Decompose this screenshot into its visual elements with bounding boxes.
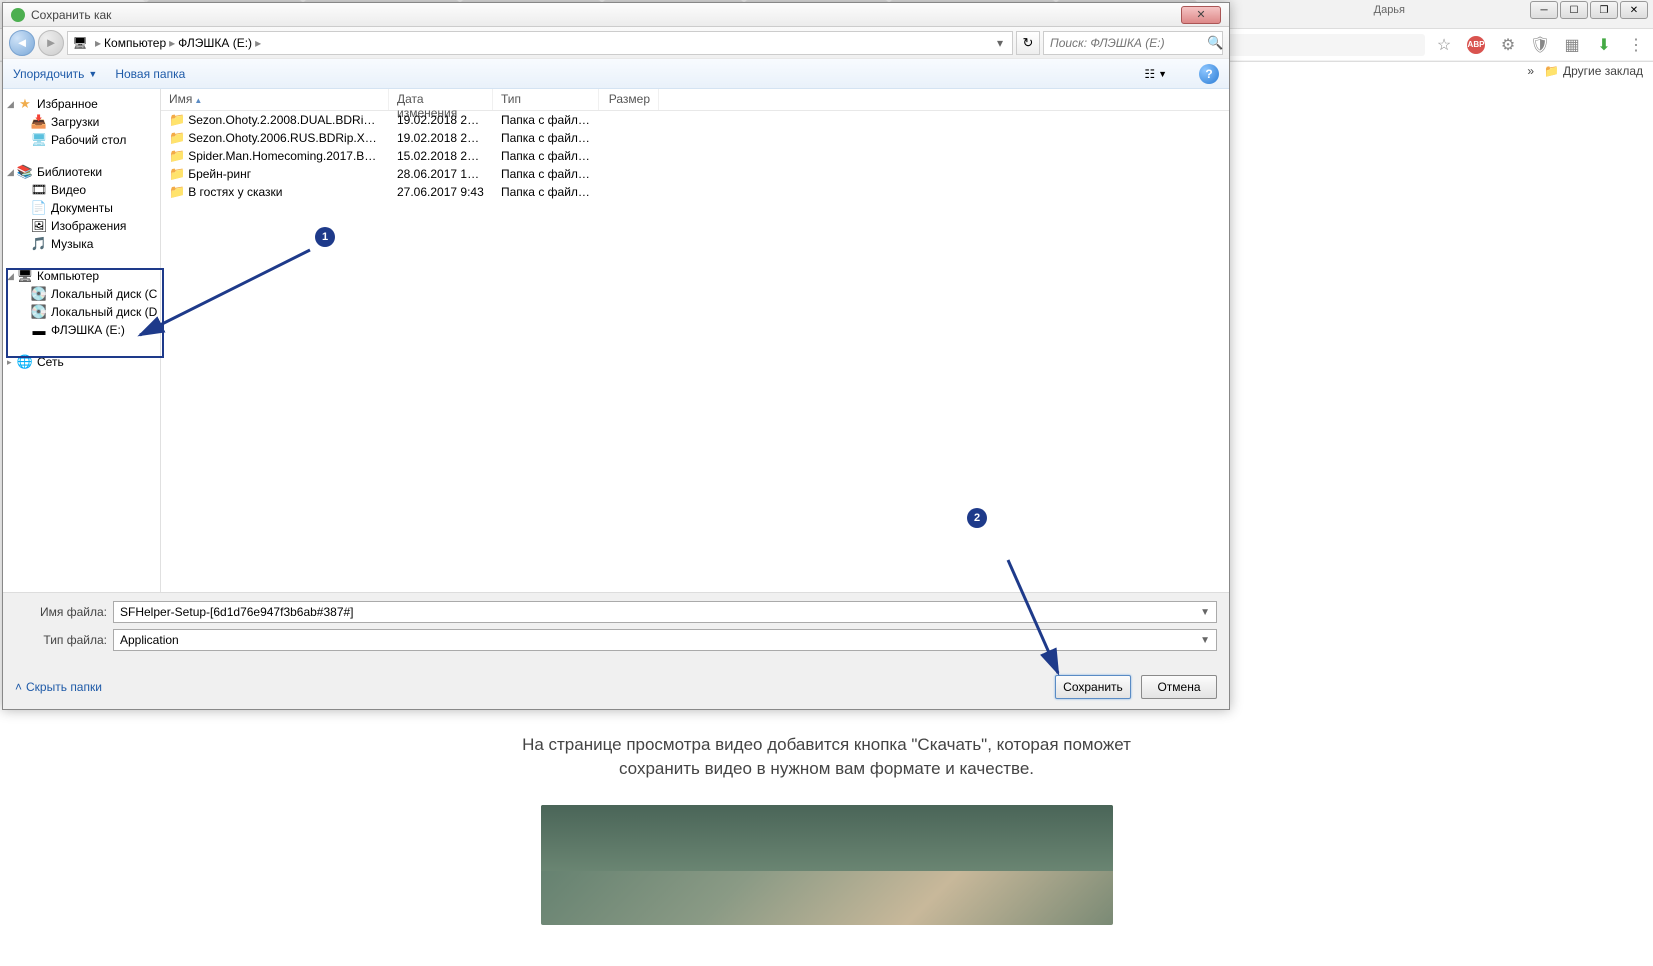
- picture-icon: 🖼: [31, 218, 47, 234]
- dialog-nav: ◄ ► 🖥 ▸ Компьютер ▸ ФЛЭШКА (E:) ▸ ▾ ↻ 🔍: [3, 27, 1229, 59]
- tree-documents[interactable]: 📄Документы: [3, 199, 160, 217]
- bookmarks-bar: » 📁Другие заклад: [1517, 60, 1653, 82]
- network-icon: 🌐: [17, 354, 33, 370]
- close-button[interactable]: ✕: [1620, 1, 1648, 19]
- chevron-down-icon: ▼: [1158, 69, 1167, 79]
- back-button[interactable]: ◄: [9, 30, 35, 56]
- folder-icon: 📁: [169, 130, 185, 145]
- search-icon[interactable]: 🔍: [1207, 35, 1223, 51]
- col-name[interactable]: Имя▲: [161, 89, 389, 110]
- crumb[interactable]: Компьютер: [104, 36, 166, 50]
- filename-label: Имя файла:: [15, 605, 113, 619]
- folder-icon: 📁: [169, 112, 185, 127]
- cancel-button[interactable]: Отмена: [1141, 675, 1217, 699]
- usb-icon: ▬: [31, 322, 47, 338]
- library-icon: 📚: [17, 164, 33, 180]
- desktop-icon: 🖥: [31, 132, 47, 148]
- app-icon: [11, 8, 25, 22]
- refresh-button[interactable]: ↻: [1016, 31, 1040, 55]
- dialog-title: Сохранить как: [31, 8, 111, 22]
- tree-favorites[interactable]: ◢★Избранное: [3, 95, 160, 113]
- chevron-down-icon[interactable]: ▾: [992, 36, 1008, 50]
- tree-pictures[interactable]: 🖼Изображения: [3, 217, 160, 235]
- folder-icon: 📁: [1544, 64, 1559, 78]
- annotation-badge-1: 1: [315, 227, 335, 247]
- search-input[interactable]: [1050, 36, 1207, 50]
- menu-icon[interactable]: ⋮: [1627, 36, 1645, 54]
- folder-icon: 📁: [169, 184, 185, 199]
- dialog-titlebar[interactable]: Сохранить как ✕: [3, 3, 1229, 27]
- abp-icon[interactable]: ABP: [1467, 36, 1485, 54]
- tree-libraries[interactable]: ◢📚Библиотеки: [3, 163, 160, 181]
- list-header: Имя▲ Дата изменения Тип Размер: [161, 89, 1229, 111]
- settings-icon[interactable]: ⚙: [1499, 36, 1517, 54]
- table-row[interactable]: 📁В гостях у сказки27.06.2017 9:43Папка с…: [161, 183, 1229, 201]
- filetype-label: Тип файла:: [15, 633, 113, 647]
- col-date[interactable]: Дата изменения: [389, 89, 493, 110]
- user-badge[interactable]: Дарья: [1366, 2, 1413, 18]
- table-row[interactable]: 📁Spider.Man.Homecoming.2017.BDRip.1.4...…: [161, 147, 1229, 165]
- annotation-arrow-1: [130, 240, 330, 350]
- minimize-button[interactable]: ─: [1530, 1, 1558, 19]
- dialog-toolbar: Упорядочить ▼ Новая папка ☷ ▼ ?: [3, 59, 1229, 89]
- computer-icon: 🖥: [17, 268, 33, 284]
- chevron-up-icon: ˄: [15, 680, 22, 694]
- window-controls: ─ ☐ ❐ ✕: [1530, 1, 1648, 19]
- forward-button[interactable]: ►: [38, 30, 64, 56]
- help-button[interactable]: ?: [1199, 64, 1219, 84]
- page-content: На странице просмотра видео добавится кн…: [0, 715, 1653, 925]
- annotation-arrow-2: [1000, 555, 1080, 685]
- close-button[interactable]: ✕: [1181, 6, 1221, 24]
- view-button[interactable]: ☷ ▼: [1138, 64, 1173, 84]
- table-row[interactable]: 📁Брейн-ринг28.06.2017 15:14Папка с файла…: [161, 165, 1229, 183]
- page-text-line: На странице просмотра видео добавится кн…: [0, 733, 1653, 757]
- video-thumbnail[interactable]: [541, 805, 1113, 925]
- breadcrumb[interactable]: 🖥 ▸ Компьютер ▸ ФЛЭШКА (E:) ▸ ▾: [67, 31, 1013, 55]
- restore-button[interactable]: ❐: [1590, 1, 1618, 19]
- tree-downloads[interactable]: 📥Загрузки: [3, 113, 160, 131]
- list-icon: ☷: [1144, 67, 1155, 81]
- folder-icon: 📁: [169, 166, 185, 181]
- computer-icon: 🖥: [72, 35, 88, 51]
- tree-network[interactable]: ▸🌐Сеть: [3, 353, 160, 371]
- col-type[interactable]: Тип: [493, 89, 599, 110]
- download-icon: 📥: [31, 114, 47, 130]
- tree-videos[interactable]: 🎞Видео: [3, 181, 160, 199]
- disk-icon: 💽: [31, 304, 47, 320]
- ext-icon[interactable]: ⬇: [1595, 36, 1613, 54]
- chevron-down-icon[interactable]: ▼: [1200, 607, 1210, 618]
- overflow-icon[interactable]: »: [1527, 64, 1534, 78]
- maximize-button[interactable]: ☐: [1560, 1, 1588, 19]
- disk-icon: 💽: [31, 286, 47, 302]
- page-text-line: сохранить видео в нужном вам формате и к…: [0, 757, 1653, 781]
- col-size[interactable]: Размер: [599, 89, 659, 110]
- search-box[interactable]: 🔍: [1043, 31, 1223, 55]
- sort-asc-icon: ▲: [194, 96, 202, 105]
- music-icon: 🎵: [31, 236, 47, 252]
- chevron-down-icon: ▼: [88, 69, 97, 79]
- annotation-badge-2: 2: [967, 508, 987, 528]
- star-icon[interactable]: ☆: [1435, 36, 1453, 54]
- video-icon: 🎞: [31, 182, 47, 198]
- crumb[interactable]: ФЛЭШКА (E:): [178, 36, 252, 50]
- folder-icon: 📁: [169, 148, 185, 163]
- organize-button[interactable]: Упорядочить ▼: [13, 67, 97, 81]
- bookmark-other[interactable]: 📁Другие заклад: [1544, 64, 1643, 78]
- new-folder-button[interactable]: Новая папка: [115, 67, 185, 81]
- ext-icon[interactable]: ▦: [1563, 36, 1581, 54]
- hide-folders-button[interactable]: ˄Скрыть папки: [15, 680, 102, 694]
- chevron-down-icon[interactable]: ▼: [1200, 635, 1210, 646]
- table-row[interactable]: 📁Sezon.Ohoty.2006.RUS.BDRip.XviD.AC3.-..…: [161, 129, 1229, 147]
- table-row[interactable]: 📁Sezon.Ohoty.2.2008.DUAL.BDRip.RERip.X..…: [161, 111, 1229, 129]
- document-icon: 📄: [31, 200, 47, 216]
- tree-desktop[interactable]: 🖥Рабочий стол: [3, 131, 160, 149]
- shield-icon[interactable]: 🛡: [1531, 36, 1549, 54]
- star-icon: ★: [17, 96, 33, 112]
